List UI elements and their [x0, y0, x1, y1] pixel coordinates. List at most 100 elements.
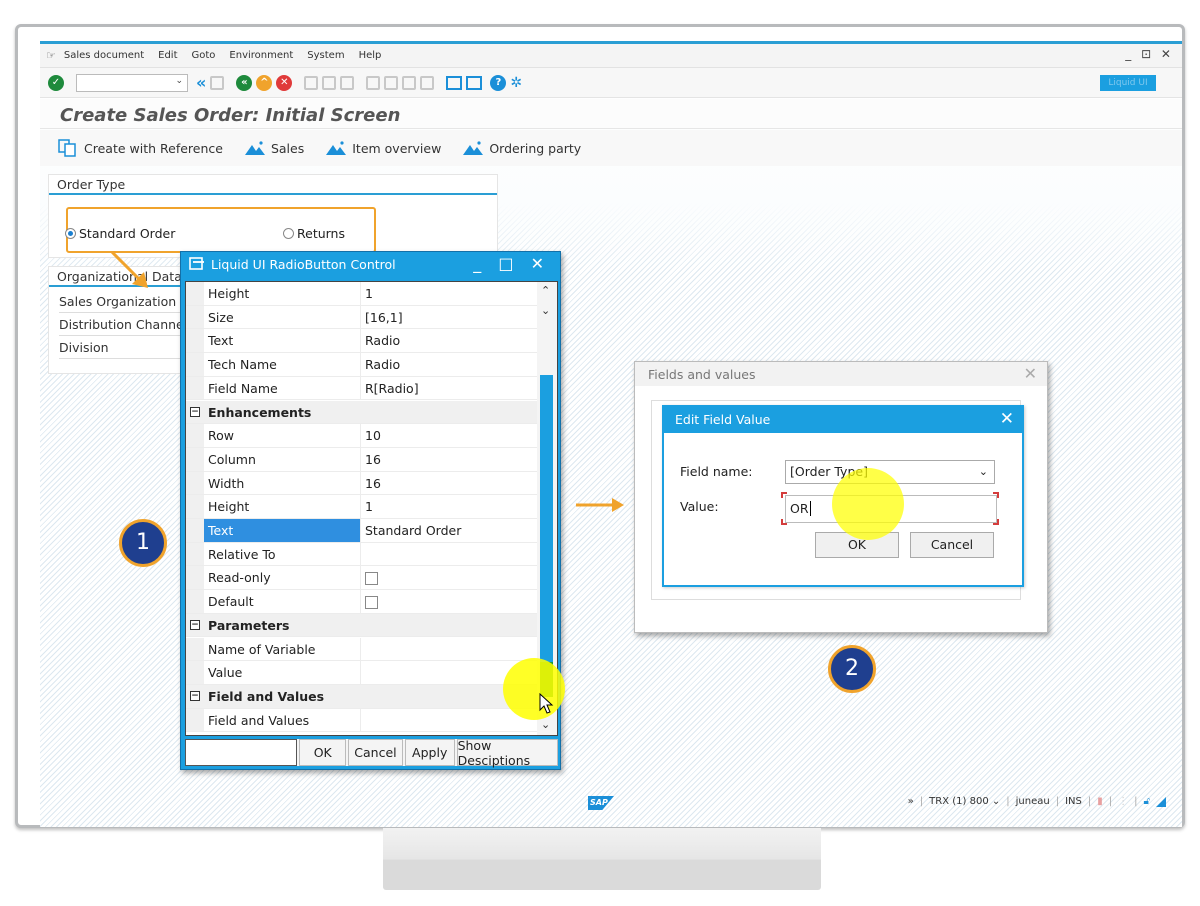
dialog-footer-input[interactable] — [185, 739, 298, 766]
property-row[interactable]: Row 10 — [186, 424, 538, 448]
scroll-down-icon[interactable]: ⌄ — [541, 304, 550, 317]
edit-cancel-button[interactable]: Cancel — [910, 532, 994, 558]
row-gutter — [186, 329, 204, 353]
menu-icon[interactable]: ☞ — [46, 49, 56, 62]
property-row[interactable]: Width 16 — [186, 471, 538, 496]
minus-icon[interactable]: − — [190, 691, 200, 702]
overview-icon — [463, 141, 484, 155]
monitor-stand — [383, 828, 821, 890]
page-title: Create Sales Order: Initial Screen — [60, 105, 401, 126]
apply-button[interactable]: Apply — [404, 739, 455, 766]
checkbox[interactable] — [365, 596, 378, 610]
property-value[interactable]: 16 — [361, 448, 538, 471]
row-gutter — [186, 542, 204, 566]
ok-button[interactable]: OK — [299, 739, 347, 766]
property-row[interactable]: Height 1 — [186, 495, 538, 519]
radio-selected-icon[interactable] — [65, 228, 76, 239]
radio-unselected-icon[interactable] — [283, 228, 294, 239]
property-value[interactable]: 10 — [361, 424, 538, 447]
property-row[interactable]: Name of Variable — [186, 637, 538, 662]
scrollbar-thumb[interactable] — [540, 375, 553, 697]
settings-icon[interactable]: ✲ — [510, 75, 522, 91]
menu-edit[interactable]: Edit — [158, 50, 177, 61]
save-icon — [210, 75, 225, 90]
create-with-reference-button[interactable]: Create with Reference — [58, 139, 223, 157]
window-controls[interactable]: _ ⊡ ✕ — [1125, 47, 1174, 61]
lock-icon[interactable]: 🔓︎ — [1144, 796, 1150, 807]
property-value[interactable]: 1 — [361, 282, 538, 305]
cancel-button[interactable]: Cancel — [348, 739, 403, 766]
property-row[interactable]: Column 16 — [186, 447, 538, 472]
menu-goto[interactable]: Goto — [192, 50, 216, 61]
back-icon[interactable]: « — [196, 73, 206, 92]
ordering-party-button[interactable]: Ordering party — [463, 141, 581, 156]
exit-icon[interactable]: ^ — [256, 74, 273, 91]
property-checkbox-cell[interactable] — [361, 590, 538, 613]
property-value[interactable]: 16 — [361, 472, 538, 495]
shortcut-icon[interactable] — [466, 75, 483, 90]
sales-button[interactable]: Sales — [244, 141, 304, 156]
close-icon[interactable]: ✕ — [1000, 409, 1014, 429]
create-session-icon[interactable] — [446, 75, 463, 90]
enter-icon[interactable]: ✓ — [48, 74, 64, 91]
dialog-window-controls[interactable]: _ □ ✕ — [473, 254, 550, 273]
menu-system[interactable]: System — [307, 50, 344, 61]
property-row[interactable]: Value — [186, 661, 538, 685]
property-row[interactable]: Field and Values — [186, 708, 538, 733]
edit-dialog-title-bar[interactable]: Edit Field Value ✕ — [664, 407, 1022, 433]
scroll-bottom-icon[interactable]: ⌄ — [541, 718, 550, 731]
property-value[interactable]: 1 — [361, 495, 538, 518]
property-value[interactable] — [361, 638, 538, 661]
chevron-down-icon[interactable]: ⌄ — [979, 461, 988, 483]
command-field[interactable]: ⌄ — [76, 73, 188, 92]
liquid-ui-button[interactable]: Liquid UI — [1100, 75, 1156, 91]
property-row[interactable]: Text Standard Order — [186, 519, 538, 543]
scroll-up-icon[interactable]: ⌃ — [541, 284, 550, 297]
menu-sales-document[interactable]: Sales document — [64, 50, 144, 61]
property-value[interactable]: Standard Order — [361, 519, 538, 542]
help-icon[interactable]: ? — [490, 74, 507, 91]
system-info-dropdown[interactable]: TRX (1) 800 ⌄ — [929, 796, 1000, 807]
radio-standard-order[interactable]: Standard Order — [65, 226, 175, 241]
create-with-reference-label: Create with Reference — [84, 140, 223, 156]
property-value[interactable] — [361, 709, 538, 732]
minus-icon[interactable]: − — [190, 620, 200, 631]
minus-icon[interactable]: − — [190, 406, 200, 417]
property-row[interactable]: Relative To — [186, 542, 538, 567]
show-descriptions-button[interactable]: Show Desciptions — [456, 738, 558, 768]
close-icon[interactable]: ✕ — [1024, 364, 1037, 383]
property-category[interactable]: − Field and Values — [186, 684, 538, 709]
distribution-channel-label: Distribution Channel — [59, 314, 189, 336]
chevron-down-icon[interactable]: ⌄ — [175, 76, 183, 86]
checkbox[interactable] — [365, 572, 378, 586]
collapse-icon[interactable]: − — [186, 613, 204, 637]
row-gutter — [186, 282, 204, 305]
property-value[interactable] — [361, 543, 538, 566]
menu-environment[interactable]: Environment — [229, 50, 293, 61]
property-row[interactable]: Field Name R[Radio] — [186, 376, 538, 401]
property-name: Width — [204, 471, 361, 495]
property-row[interactable]: Text Radio — [186, 329, 538, 354]
property-row[interactable]: Default — [186, 590, 538, 614]
property-value[interactable]: [16,1] — [361, 306, 538, 329]
property-row[interactable]: Read-only — [186, 566, 538, 591]
property-value[interactable]: R[Radio] — [361, 377, 538, 400]
property-row[interactable]: Height 1 — [186, 282, 538, 306]
resize-grip-icon[interactable] — [1156, 796, 1166, 807]
menu-help[interactable]: Help — [359, 50, 382, 61]
property-row[interactable]: Size [16,1] — [186, 305, 538, 330]
property-checkbox-cell[interactable] — [361, 566, 538, 589]
property-category[interactable]: − Enhancements — [186, 400, 538, 425]
property-value[interactable]: Radio — [361, 329, 538, 352]
collapse-icon[interactable]: − — [186, 400, 204, 424]
property-category[interactable]: − Parameters — [186, 613, 538, 638]
back-green-icon[interactable]: « — [236, 74, 253, 91]
cancel-icon[interactable]: ✕ — [276, 74, 293, 91]
collapse-icon[interactable]: − — [186, 684, 204, 708]
property-row[interactable]: Tech Name Radio — [186, 353, 538, 377]
expand-status-button[interactable]: » — [908, 796, 914, 807]
property-value[interactable]: Radio — [361, 353, 538, 376]
item-overview-button[interactable]: Item overview — [326, 141, 441, 156]
radio-returns[interactable]: Returns — [283, 226, 345, 241]
property-name: Column — [204, 447, 361, 471]
